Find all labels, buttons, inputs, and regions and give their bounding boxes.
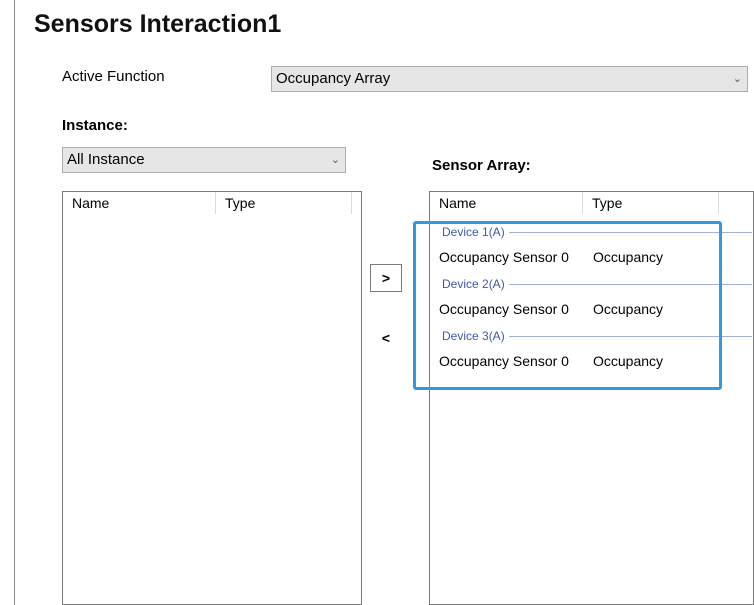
instance-col-name[interactable]: Name <box>63 192 224 214</box>
window-left-border <box>14 0 15 605</box>
sensor-col-type[interactable]: Type <box>583 192 727 214</box>
instance-list[interactable]: Name Type <box>62 191 362 605</box>
instance-label: Instance: <box>62 117 128 134</box>
active-function-select[interactable]: Occupancy Array ⌄ <box>271 66 748 92</box>
instance-col-type[interactable]: Type <box>216 192 360 214</box>
remove-from-array-button[interactable]: < <box>372 330 400 352</box>
sensor-array-label: Sensor Array: <box>432 157 531 174</box>
chevron-down-icon: ⌄ <box>732 73 742 85</box>
active-function-label: Active Function <box>62 68 165 85</box>
page-title: Sensors Interaction1 <box>34 10 282 38</box>
column-divider <box>351 192 352 214</box>
active-function-value: Occupancy Array <box>276 70 391 87</box>
instance-select[interactable]: All Instance ⌄ <box>62 147 346 173</box>
sensor-col-name[interactable]: Name <box>430 192 591 214</box>
chevron-down-icon: ⌄ <box>330 154 340 166</box>
highlight-box <box>413 221 722 390</box>
instance-value: All Instance <box>67 151 145 168</box>
add-to-array-button[interactable]: > <box>370 264 402 292</box>
column-divider <box>718 192 719 214</box>
